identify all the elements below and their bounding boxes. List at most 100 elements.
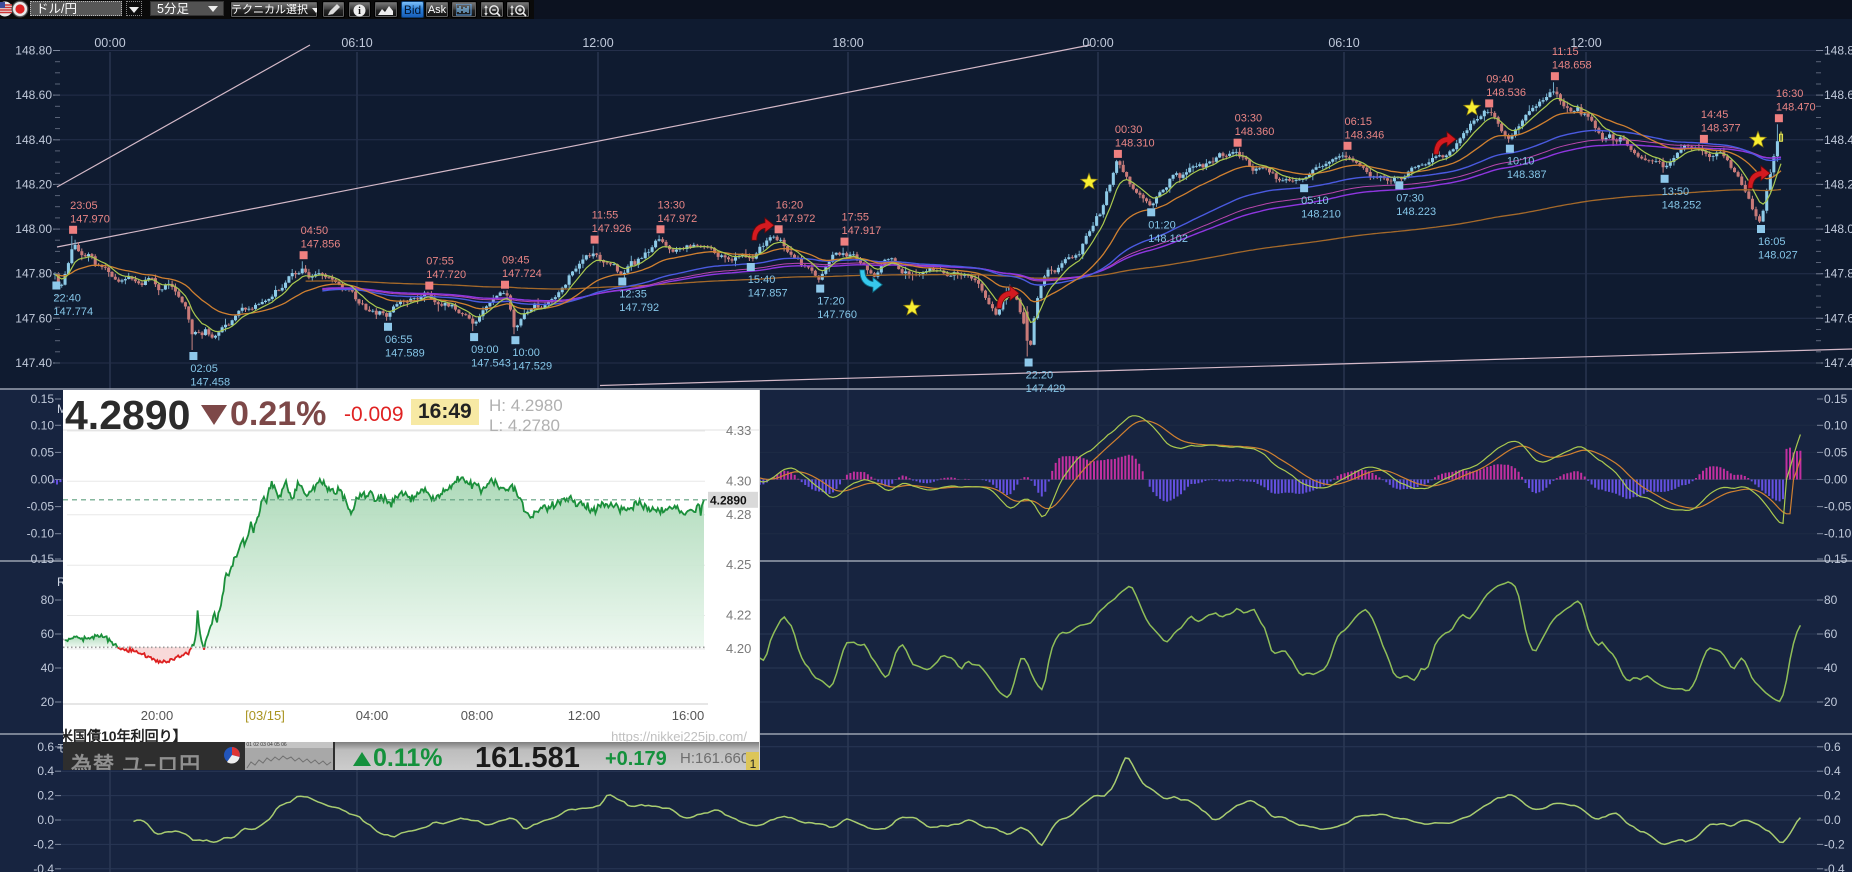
svg-text:23:05: 23:05: [70, 200, 98, 212]
svg-text:0.00: 0.00: [31, 473, 55, 487]
svg-text:00:00: 00:00: [94, 36, 125, 50]
svg-text:12:00: 12:00: [582, 36, 613, 50]
svg-text:-0.2: -0.2: [33, 837, 54, 851]
svg-text:147.60: 147.60: [15, 311, 52, 325]
svg-text:13:30: 13:30: [658, 199, 686, 211]
svg-text:148.00: 148.00: [15, 222, 52, 236]
svg-text:148.60: 148.60: [15, 88, 52, 102]
svg-text:148.346: 148.346: [1345, 129, 1385, 141]
svg-text:0.05: 0.05: [31, 445, 55, 459]
svg-text:-0.10: -0.10: [27, 527, 55, 541]
svg-text:148.223: 148.223: [1396, 206, 1436, 218]
svg-text:22:20: 22:20: [1026, 370, 1054, 382]
svg-text:22:40: 22:40: [53, 293, 81, 305]
svg-text:4.22: 4.22: [726, 608, 751, 623]
svg-text:147.529: 147.529: [512, 361, 552, 373]
svg-text:0.15: 0.15: [31, 392, 55, 406]
svg-text:07:55: 07:55: [426, 256, 454, 268]
svg-text:0.2: 0.2: [1824, 789, 1841, 803]
svg-text:0.6: 0.6: [37, 740, 54, 754]
svg-text:147.40: 147.40: [1824, 356, 1852, 370]
svg-text:03:30: 03:30: [1235, 113, 1263, 125]
svg-text:148.658: 148.658: [1552, 60, 1592, 72]
svg-text:-0.4: -0.4: [33, 862, 54, 872]
svg-text:-0.10: -0.10: [1824, 527, 1852, 541]
svg-text:0.15: 0.15: [1824, 392, 1848, 406]
svg-text:148.00: 148.00: [1824, 222, 1852, 236]
svg-text:80: 80: [41, 593, 55, 607]
svg-text:02:05: 02:05: [190, 363, 218, 375]
svg-text:06:55: 06:55: [385, 334, 413, 346]
svg-text:00:00: 00:00: [1082, 36, 1113, 50]
svg-text:147.792: 147.792: [619, 302, 659, 314]
svg-text:-0.05: -0.05: [1824, 500, 1852, 514]
svg-text:-0.2: -0.2: [1824, 837, 1845, 851]
svg-text:147.429: 147.429: [1026, 383, 1066, 395]
svg-text:0.4: 0.4: [1824, 764, 1841, 778]
svg-text:4.28: 4.28: [726, 507, 751, 522]
svg-text:60: 60: [41, 627, 55, 641]
svg-text:16:05: 16:05: [1758, 236, 1786, 248]
svg-text:4.33: 4.33: [726, 423, 751, 438]
svg-text:10:00: 10:00: [512, 347, 540, 359]
svg-text:01:20: 01:20: [1148, 219, 1176, 231]
svg-text:0.00: 0.00: [1824, 473, 1848, 487]
svg-text:147.40: 147.40: [15, 356, 52, 370]
svg-text:4.20: 4.20: [726, 641, 751, 656]
svg-text:06:10: 06:10: [1328, 36, 1359, 50]
svg-text:[03/15]: [03/15]: [245, 708, 285, 723]
svg-text:148.377: 148.377: [1701, 122, 1741, 134]
svg-text:40: 40: [1824, 661, 1838, 675]
svg-text:148.310: 148.310: [1115, 137, 1155, 149]
svg-text:148.80: 148.80: [15, 44, 52, 58]
svg-text:16:30: 16:30: [1776, 88, 1804, 100]
svg-text:147.857: 147.857: [748, 288, 788, 300]
svg-text:148.210: 148.210: [1301, 209, 1341, 221]
svg-text:0.15: 0.15: [31, 552, 55, 566]
svg-text:4.25: 4.25: [726, 557, 751, 572]
svg-text:14:45: 14:45: [1701, 109, 1729, 121]
svg-text:147.60: 147.60: [1824, 311, 1852, 325]
svg-text:147.589: 147.589: [385, 347, 425, 359]
svg-text:04:50: 04:50: [301, 225, 329, 237]
svg-text:-0.4: -0.4: [1824, 862, 1845, 872]
svg-text:20:00: 20:00: [141, 708, 174, 723]
svg-text:147.760: 147.760: [817, 309, 857, 321]
svg-text:09:40: 09:40: [1486, 73, 1514, 85]
svg-text:0.10: 0.10: [1824, 418, 1848, 432]
svg-text:147.80: 147.80: [15, 267, 52, 281]
svg-text:148.360: 148.360: [1235, 126, 1275, 138]
svg-text:4.30: 4.30: [726, 473, 751, 488]
svg-text:11:15: 11:15: [1552, 46, 1579, 58]
svg-text:09:45: 09:45: [502, 255, 530, 267]
svg-text:147.856: 147.856: [301, 239, 341, 251]
svg-text:148.20: 148.20: [15, 177, 52, 191]
svg-text:16:20: 16:20: [776, 199, 804, 211]
svg-text:147.543: 147.543: [471, 358, 511, 370]
svg-text:0.2: 0.2: [37, 789, 54, 803]
svg-text:12:35: 12:35: [619, 289, 647, 301]
svg-text:0.15: 0.15: [1824, 552, 1848, 566]
svg-text:148.102: 148.102: [1148, 233, 1188, 245]
svg-text:147.972: 147.972: [658, 213, 698, 225]
svg-text:147.458: 147.458: [190, 377, 230, 389]
svg-text:20: 20: [41, 695, 55, 709]
svg-text:148.80: 148.80: [1824, 44, 1852, 58]
svg-text:i: i: [358, 6, 361, 17]
svg-text:04:00: 04:00: [356, 708, 389, 723]
svg-text:0.05: 0.05: [1824, 445, 1848, 459]
svg-text:0.0: 0.0: [1824, 813, 1841, 827]
svg-text:147.774: 147.774: [53, 306, 93, 318]
svg-text:148.027: 148.027: [1758, 250, 1798, 262]
svg-text:147.917: 147.917: [842, 225, 882, 237]
svg-text:148.387: 148.387: [1507, 169, 1547, 181]
svg-text:13:50: 13:50: [1662, 186, 1690, 198]
svg-text:148.470: 148.470: [1776, 102, 1816, 114]
svg-text:17:20: 17:20: [817, 296, 845, 308]
svg-text:0.0: 0.0: [37, 813, 54, 827]
svg-text:148.20: 148.20: [1824, 177, 1852, 191]
svg-text:148.60: 148.60: [1824, 88, 1852, 102]
svg-text:147.972: 147.972: [776, 213, 816, 225]
svg-text:17:55: 17:55: [842, 212, 870, 224]
svg-text:00:30: 00:30: [1115, 124, 1143, 136]
